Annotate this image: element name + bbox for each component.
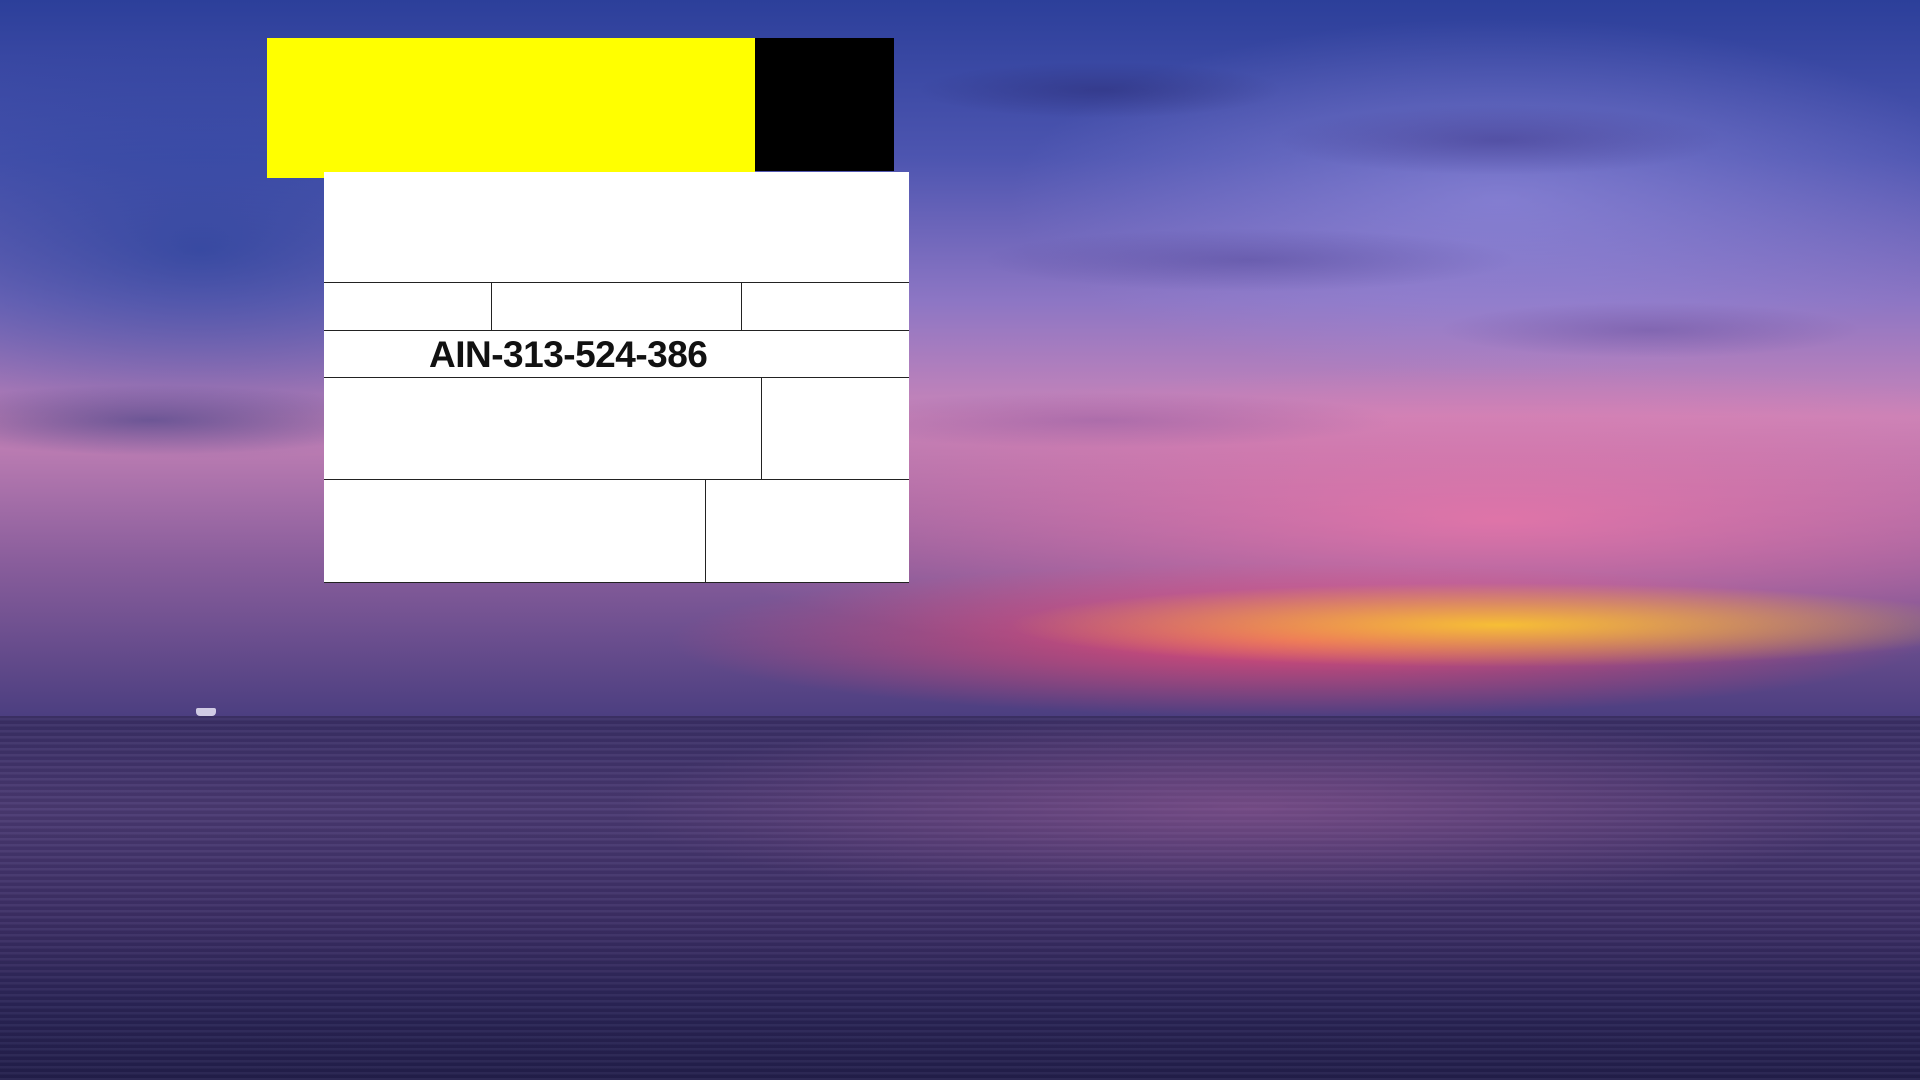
form-field-row-1: [324, 283, 909, 331]
id-number-text: AIN-313-524-386: [429, 334, 708, 375]
black-label-block: [755, 38, 894, 171]
form-field-cell-b: [491, 283, 741, 330]
id-form-card: AIN-313-524-386: [324, 172, 909, 583]
form-field-cell-g: [705, 480, 909, 582]
form-header-row: [324, 172, 909, 283]
form-field-cell-a: [324, 283, 491, 330]
form-field-row-3: [324, 480, 909, 582]
form-id-row: AIN-313-524-386: [324, 331, 909, 378]
form-field-cell-f: [324, 480, 705, 582]
form-field-cell-e: [761, 378, 909, 479]
form-field-row-2: [324, 378, 909, 480]
yellow-label-block: [267, 38, 755, 178]
form-field-cell-c: [741, 283, 909, 330]
form-field-cell-d: [324, 378, 761, 479]
sea-surface: [0, 718, 1920, 1080]
distant-boat: [196, 708, 216, 716]
color-label-strip: [267, 38, 894, 178]
